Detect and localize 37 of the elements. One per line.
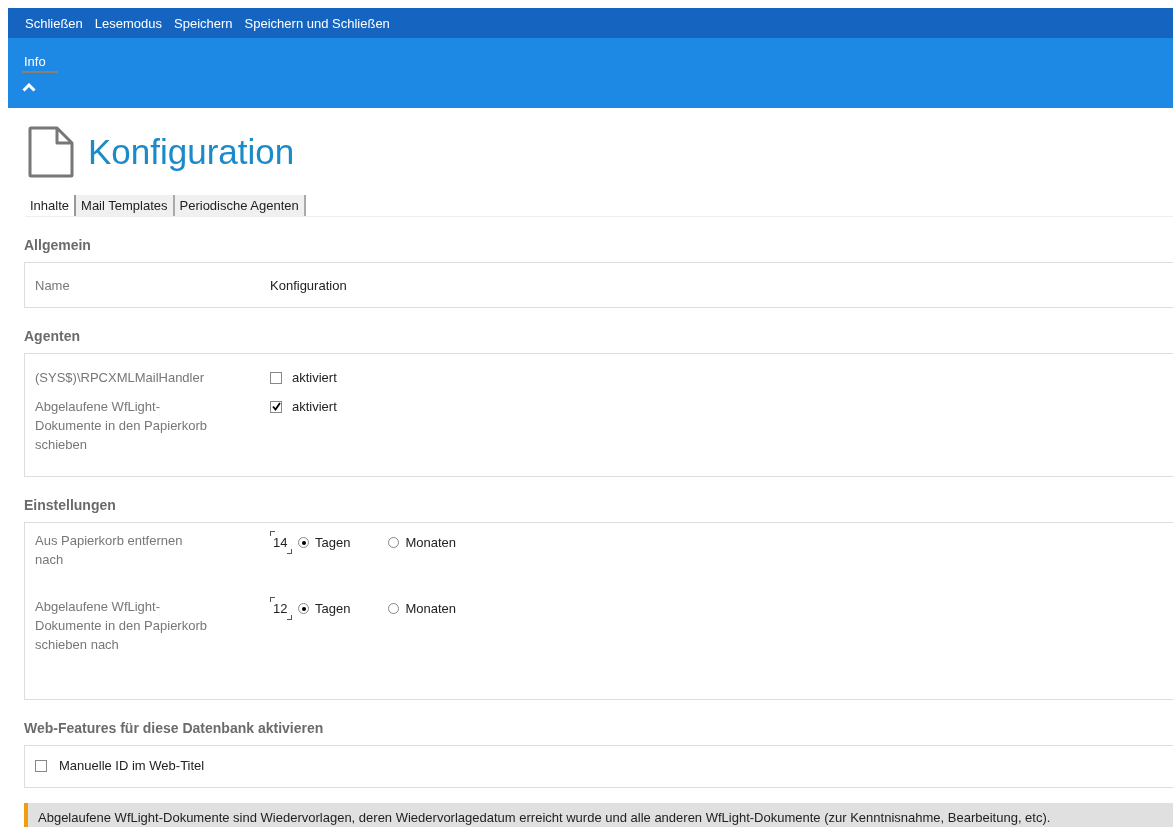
section-heading: Web-Features für diese Datenbank aktivieren bbox=[24, 720, 325, 736]
radio-button[interactable] bbox=[388, 603, 400, 614]
radio-button[interactable] bbox=[388, 537, 400, 548]
number-field[interactable]: 12 bbox=[273, 599, 289, 618]
field-value: Konfiguration bbox=[270, 277, 347, 295]
radio-label: Monaten bbox=[405, 600, 456, 618]
document-icon bbox=[28, 126, 74, 178]
ribbon-tab[interactable]: Info bbox=[22, 52, 58, 73]
toolbar-button[interactable]: Speichern bbox=[169, 13, 238, 33]
info-note: Abgelaufene WfLight-Dokumente sind Wiedervorlagen, deren Wiedervorlagedatum erreicht wurde und alle anderen WfLight-Dokumente (zur Kenntnisnahme, Bearbeitung, etc). bbox=[24, 803, 1173, 827]
section-heading: Einstellungen bbox=[24, 497, 117, 513]
field-label: Aus Papierkorb entfernen nach bbox=[35, 532, 184, 569]
checkbox[interactable] bbox=[270, 371, 282, 384]
toolbar-button[interactable]: Schließen bbox=[20, 13, 88, 33]
toolbar-button[interactable]: Speichern und Schließen bbox=[239, 13, 395, 33]
toolbar-button[interactable]: Lesemodus bbox=[89, 13, 168, 33]
checkbox-label: aktiviert bbox=[292, 398, 337, 416]
checkbox-label: aktiviert bbox=[292, 369, 337, 387]
page-title: Konfiguration bbox=[88, 132, 295, 172]
checkbox[interactable] bbox=[35, 759, 47, 772]
tab[interactable]: Mail Templates bbox=[76, 195, 175, 216]
field-label: Abgelaufene WfLight-Dokumente in den Papierkorb schieben bbox=[35, 398, 208, 454]
section-heading: Allgemein bbox=[24, 237, 92, 253]
field-label: Abgelaufene WfLight-Dokumente in den Papierkorb schieben nach bbox=[35, 598, 208, 654]
field-label: (SYS$)\RPCXMLMailHandler bbox=[35, 369, 206, 387]
checkbox-label: Manuelle ID im Web-Titel bbox=[59, 758, 205, 773]
radio-button[interactable] bbox=[298, 603, 309, 614]
tab[interactable]: Periodische Agenten bbox=[174, 195, 306, 216]
radio-label: Tagen bbox=[315, 534, 351, 552]
radio-label: Monaten bbox=[405, 534, 456, 552]
radio-label: Tagen bbox=[315, 600, 351, 618]
field-label: Name bbox=[35, 277, 71, 295]
radio-button[interactable] bbox=[298, 537, 309, 548]
section-heading: Agenten bbox=[24, 328, 81, 344]
checkbox[interactable] bbox=[270, 400, 282, 413]
collapse-chevron-icon[interactable] bbox=[22, 83, 36, 92]
number-field[interactable]: 14 bbox=[273, 533, 289, 552]
